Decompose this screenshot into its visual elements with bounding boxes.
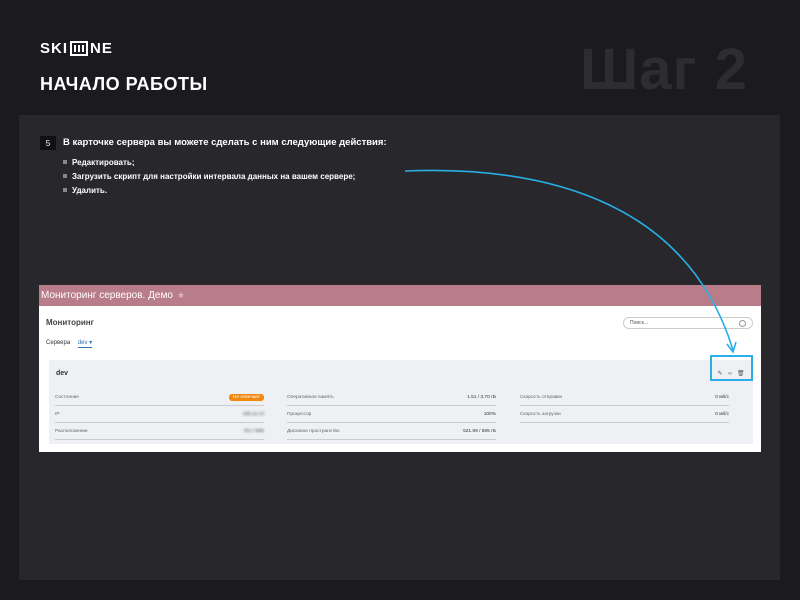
actions-highlight bbox=[710, 355, 753, 381]
row-label: Дисковое пространство bbox=[287, 428, 340, 434]
step-number-badge: 5 bbox=[40, 136, 56, 150]
instruction-item-delete: Удалить. bbox=[63, 186, 355, 195]
search-icon[interactable] bbox=[739, 320, 746, 327]
instruction-list: Редактировать; Загрузить скрипт для наст… bbox=[63, 158, 355, 200]
tab-servers[interactable]: Сервера bbox=[46, 340, 70, 346]
row-value: 1.51 / 3.70 гБ bbox=[467, 394, 496, 400]
row-value: 185.12.13 bbox=[242, 411, 264, 417]
status-badge: Не отвечает bbox=[228, 393, 264, 401]
brand-logo: SKI NE bbox=[40, 40, 113, 57]
card-column-1: Состояние Не отвечает IP 185.12.13 Распо… bbox=[55, 389, 264, 440]
row-value: 100% bbox=[483, 411, 496, 417]
server-card: dev ✎ ‹› 🗑 Состояние Не отвечает IP 185.… bbox=[49, 360, 753, 444]
logo-bars-icon bbox=[70, 41, 89, 56]
card-column-3: Скорость отправки 0 мб/с Скорость загруз… bbox=[520, 389, 729, 423]
instruction-item-script: Загрузить скрипт для настройки интервала… bbox=[63, 172, 355, 181]
server-name: dev bbox=[56, 370, 69, 377]
row-label: Скорость отправки bbox=[520, 394, 563, 400]
star-icon[interactable]: ★ bbox=[177, 290, 185, 301]
ram-row: Оперативная память 1.51 / 3.70 гБ bbox=[287, 389, 496, 406]
row-label: Расположение bbox=[55, 428, 88, 434]
search-placeholder: Поиск... bbox=[630, 320, 649, 326]
app-header-bar: Мониторинг серверов. Демо ★ bbox=[39, 285, 761, 306]
instruction-item-edit: Редактировать; bbox=[63, 158, 355, 167]
app-header-title: Мониторинг серверов. Демо bbox=[41, 290, 173, 301]
section-title: Мониторинг bbox=[46, 318, 94, 327]
instruction-intro: В карточке сервера вы можете сделать с н… bbox=[63, 137, 387, 148]
ip-row: IP 185.12.13 bbox=[55, 406, 264, 423]
row-label: IP bbox=[55, 411, 60, 417]
download-row: Скорость загрузки 0 мб/с bbox=[520, 406, 729, 423]
search-input[interactable]: Поиск... bbox=[623, 317, 753, 329]
page-title: НАЧАЛО РАБОТЫ bbox=[40, 74, 208, 94]
row-value: 0 мб/с bbox=[715, 411, 729, 417]
app-screenshot: Мониторинг серверов. Демо ★ Мониторинг П… bbox=[39, 285, 761, 452]
row-value: RU / Msk bbox=[244, 428, 264, 434]
tabs: Сервера dev ▾ bbox=[46, 339, 93, 348]
step-label: Шаг 2 bbox=[580, 37, 749, 102]
card-column-2: Оперативная память 1.51 / 3.70 гБ Процес… bbox=[287, 389, 496, 440]
row-value: 521.99 / 695 гБ bbox=[463, 428, 496, 434]
row-label: Скорость загрузки bbox=[520, 411, 561, 417]
row-label: Состояние bbox=[55, 394, 79, 400]
row-label: Процессор bbox=[287, 411, 312, 417]
row-label: Оперативная память bbox=[287, 394, 334, 400]
location-row: Расположение RU / Msk bbox=[55, 423, 264, 440]
logo-text-right: NE bbox=[90, 40, 113, 57]
upload-row: Скорость отправки 0 мб/с bbox=[520, 389, 729, 406]
tab-dev[interactable]: dev ▾ bbox=[77, 340, 93, 348]
disk-row: Дисковое пространство 521.99 / 695 гБ bbox=[287, 423, 496, 440]
logo-text-left: SKI bbox=[40, 40, 69, 57]
row-value: 0 мб/с bbox=[715, 394, 729, 400]
cpu-row: Процессор 100% bbox=[287, 406, 496, 423]
status-row: Состояние Не отвечает bbox=[55, 389, 264, 406]
